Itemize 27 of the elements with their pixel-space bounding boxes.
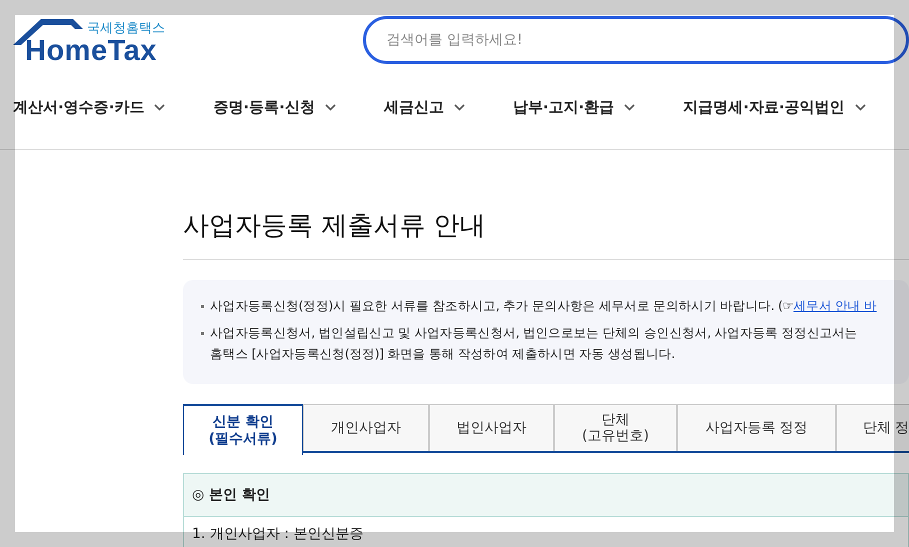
nav-menu-item[interactable]: 증명·등록·신청	[213, 98, 336, 116]
chevron-down-icon	[624, 104, 636, 110]
notice-text: 사업자등록신청서, 법인설립신고 및 사업자등록신청서, 법인으로보는 단체의 승인신청서, 사업자등록 정정신고서는 홈택스 [사업자등록신청(정정)] 화면을 통해 작성하여 제출하시면 자동 생성됩니다.	[210, 324, 858, 363]
office-info-link[interactable]: 세무서 안내 바	[793, 298, 877, 313]
nav-menu-item[interactable]: 지급명세·자료·공익법인	[683, 98, 866, 116]
document-tab[interactable]: 법인사업자	[429, 404, 554, 452]
chevron-down-icon	[854, 104, 866, 110]
bullet-icon	[201, 332, 204, 335]
chevron-down-icon	[454, 104, 465, 110]
document-tab[interactable]: 사업자등록 정정	[677, 404, 836, 452]
nav-menu-item[interactable]: 납부·고지·환급	[512, 98, 636, 116]
search-field[interactable]: 검색어를 입력하세요!	[363, 16, 909, 64]
nav-menu-item[interactable]: 세금신고	[384, 98, 465, 116]
page-title: 사업자등록 제출서류 안내	[183, 208, 909, 260]
document-tab[interactable]: 신분 확인 (필수서류)	[183, 404, 303, 456]
document-tab[interactable]: 개인사업자	[303, 404, 429, 452]
document-tab[interactable]: 단체 (고유번호)	[554, 404, 677, 452]
chevron-down-icon	[154, 104, 166, 110]
section-heading: ◎ 본인 확인	[184, 474, 908, 518]
document-tab[interactable]: 단체 정	[836, 404, 909, 452]
logo-subtitle: 국세청홈택스	[87, 20, 165, 37]
notice-text: 사업자등록신청(정정)시 필요한 서류를 참조하시고, 추가 문의사항은 세무서로 문의하시기 바랍니다. (☞세무서 안내 바	[210, 297, 877, 315]
chevron-down-icon	[324, 104, 336, 110]
logo-wordmark[interactable]: HomeTax	[25, 35, 157, 68]
requirement-text: 1. 개인사업자 : 본인신분증	[191, 525, 364, 544]
bullet-icon	[201, 305, 204, 308]
nav-menu-item[interactable]: 계산서·영수증·카드	[13, 98, 166, 116]
